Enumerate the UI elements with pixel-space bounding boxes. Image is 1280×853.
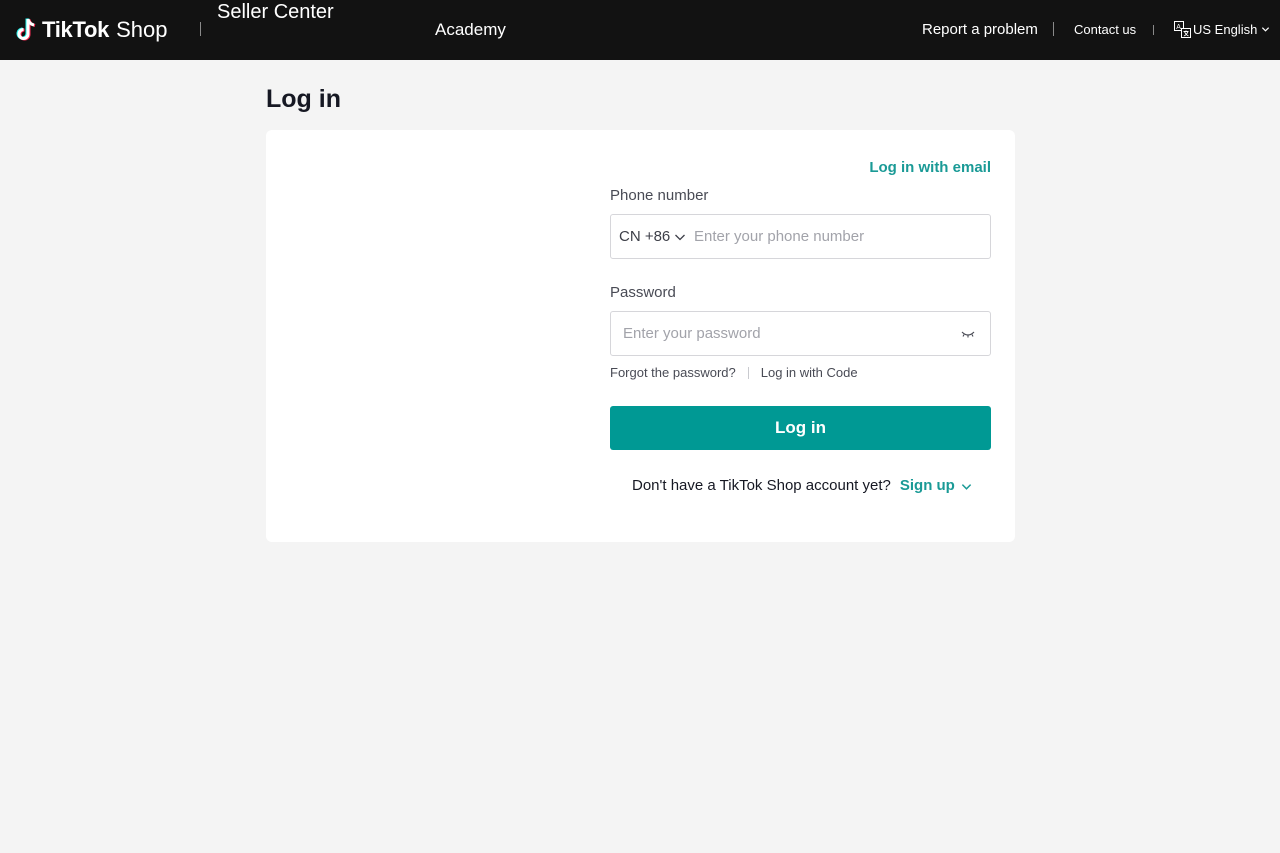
chevron-down-icon (961, 483, 972, 490)
phone-number-label: Phone number (610, 187, 709, 204)
eye-closed-icon[interactable] (960, 328, 976, 340)
top-navigation-bar: TikTok Shop Seller Center Academy Report… (0, 0, 1280, 60)
brand-suffix: Shop (116, 17, 168, 42)
password-field (610, 311, 991, 356)
login-with-email-link[interactable]: Log in with email (869, 159, 991, 177)
country-code-select[interactable]: CN +86 (619, 227, 686, 247)
login-button[interactable]: Log in (610, 406, 991, 450)
signup-label: Sign up (899, 477, 955, 494)
chevron-down-icon (1262, 26, 1270, 32)
translate-icon: A (1174, 20, 1191, 38)
login-with-code-link[interactable]: Log in with Code (761, 365, 858, 381)
signup-dropdown[interactable]: Sign up (900, 476, 972, 496)
password-input[interactable] (623, 312, 943, 355)
svg-text:A: A (1176, 23, 1181, 30)
tiktok-shop-logo[interactable]: TikTok Shop (16, 14, 167, 46)
page-title: Log in (266, 85, 341, 113)
contact-us-link[interactable]: Contact us (1074, 21, 1136, 39)
password-label: Password (610, 284, 676, 301)
brand-name: TikTok (42, 17, 110, 42)
header-divider (1053, 22, 1054, 36)
chevron-down-icon (675, 234, 686, 241)
no-account-text: Don't have a TikTok Shop account yet? (632, 477, 891, 494)
language-label: US English (1193, 21, 1258, 37)
header-divider (1153, 25, 1154, 35)
header-divider (200, 22, 201, 36)
links-divider (747, 367, 749, 379)
login-card: Log in with email Phone number CN +86 Pa… (266, 130, 1015, 542)
language-selector[interactable]: A US English (1174, 19, 1270, 39)
nav-academy-link[interactable]: Academy (435, 19, 506, 41)
report-problem-link[interactable]: Report a problem (922, 20, 1038, 40)
phone-number-field: CN +86 (610, 214, 991, 259)
country-code-value: CN +86 (619, 228, 671, 245)
phone-number-input[interactable] (694, 215, 984, 258)
auth-links: Forgot the password? Log in with Code (610, 365, 858, 381)
forgot-password-link[interactable]: Forgot the password? (610, 365, 736, 381)
signup-prompt: Don't have a TikTok Shop account yet? Si… (632, 476, 972, 496)
product-name: Seller Center (217, 1, 334, 23)
tiktok-logo-icon (16, 18, 36, 41)
